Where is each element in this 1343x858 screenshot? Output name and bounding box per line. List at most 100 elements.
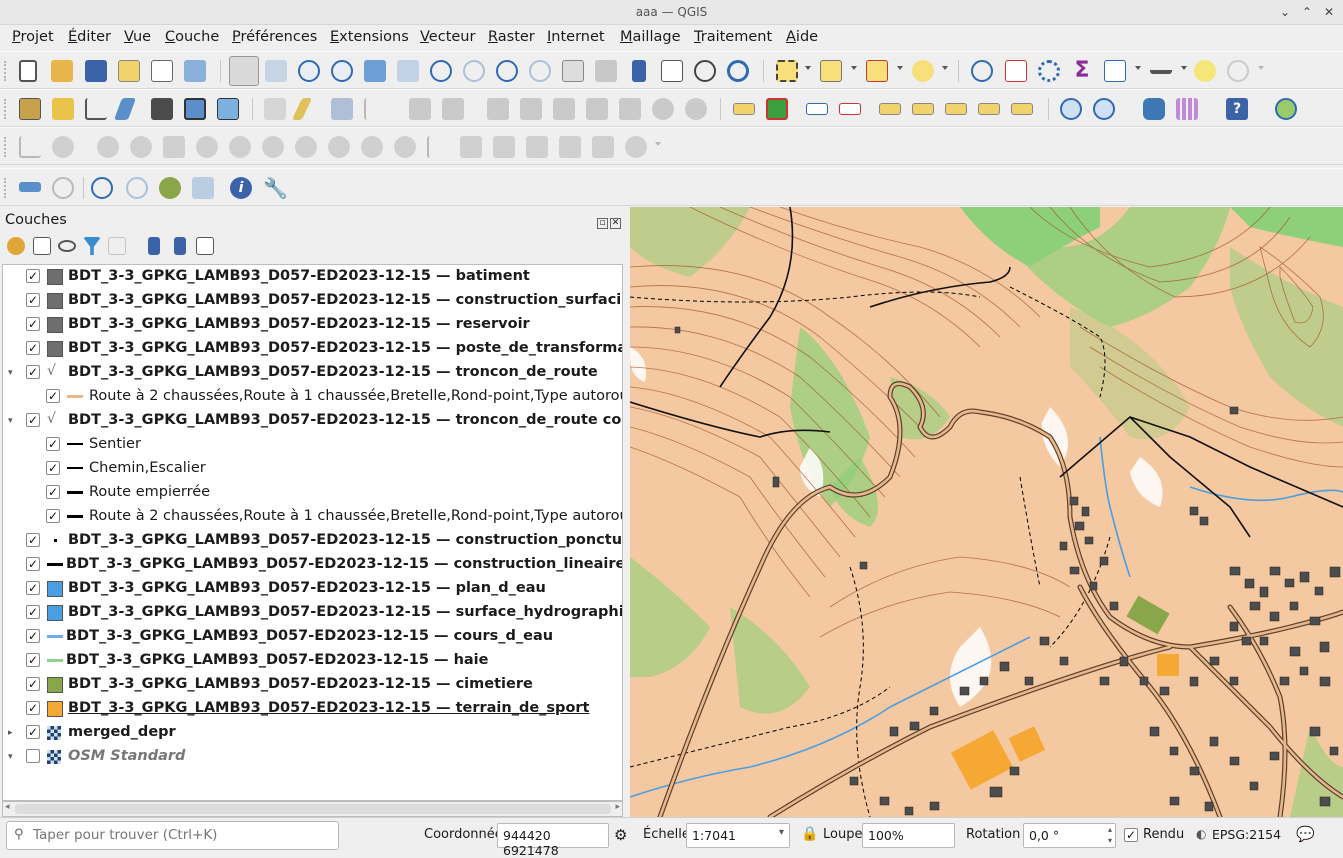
filter-legend-icon[interactable] <box>83 237 101 255</box>
toolbar-handle[interactable] <box>4 99 8 119</box>
toggle-editing-icon[interactable] <box>291 98 313 120</box>
collapse-arrow-icon[interactable]: ▾ <box>8 752 13 762</box>
new-3d-view-icon[interactable] <box>595 60 617 82</box>
menu-vue[interactable]: Vue <box>124 29 151 45</box>
legend-item[interactable]: ✓ Sentier <box>3 433 622 457</box>
modify-attributes-icon[interactable] <box>442 98 464 120</box>
layer-visibility-checkbox[interactable]: ✓ <box>26 605 40 619</box>
offset-curve-icon[interactable] <box>262 136 284 158</box>
collapse-all-icon[interactable] <box>174 237 186 255</box>
new-map-view-icon[interactable] <box>562 60 584 82</box>
attribute-calculator-icon[interactable] <box>1005 60 1027 82</box>
digitize-icon[interactable] <box>113 98 137 120</box>
toolbar-handle[interactable] <box>4 178 8 198</box>
capture-coordinate-icon[interactable] <box>91 177 113 199</box>
select-features-icon[interactable] <box>776 60 798 82</box>
toggle-extents-icon[interactable]: ⚙ <box>614 826 627 844</box>
delete-selected-icon[interactable] <box>487 98 509 120</box>
statistics-sigma-icon[interactable]: Σ <box>1071 60 1093 82</box>
layer-visibility-checkbox[interactable]: ✓ <box>26 677 40 691</box>
zoom-full-icon[interactable] <box>364 60 386 82</box>
add-raster-icon[interactable] <box>184 98 206 120</box>
toolbar-handle[interactable] <box>4 61 8 81</box>
manage-visibility-icon[interactable] <box>58 240 76 252</box>
menu-raster[interactable]: Raster <box>488 29 535 45</box>
identify-icon[interactable] <box>971 60 993 82</box>
collapse-arrow-icon[interactable]: ▾ <box>8 416 13 426</box>
undo-icon[interactable] <box>652 98 674 120</box>
menu-preferences[interactable]: Préférences <box>232 29 317 45</box>
layer-row[interactable]: ▸ ✓ merged_depr <box>3 721 622 745</box>
map-canvas[interactable] <box>630 207 1343 817</box>
reshape-icon[interactable] <box>229 136 251 158</box>
legend-item[interactable]: ✓ Chemin,Escalier <box>3 457 622 481</box>
rotate-point-icon[interactable] <box>460 136 482 158</box>
reverse-line-icon[interactable] <box>295 136 317 158</box>
delete-icon[interactable] <box>520 98 542 120</box>
annotation-icon[interactable] <box>625 136 647 158</box>
add-part-icon[interactable] <box>97 136 119 158</box>
collapse-arrow-icon[interactable]: ▾ <box>8 368 13 378</box>
layer-row[interactable]: ▾ ✓ √ BDT_3-3_GPKG_LAMB93_D057-ED2023-12-15… <box>3 409 622 433</box>
locator-search[interactable]: ⚲ <box>6 821 339 850</box>
chevron-down-icon[interactable]: ▾ <box>779 827 784 838</box>
magnifier-field[interactable]: 100% <box>862 823 955 848</box>
crosshair-icon[interactable] <box>52 177 74 199</box>
legend-item[interactable]: ✓ Route à 2 chaussées,Route à 1 chaussée,… <box>3 505 622 529</box>
refresh-icon[interactable] <box>727 60 749 82</box>
label-toolbar-icon[interactable] <box>733 103 755 115</box>
layer-visibility-checkbox[interactable]: ✓ <box>46 509 60 523</box>
current-edits-icon[interactable] <box>264 98 286 120</box>
layer-visibility-checkbox[interactable]: ✓ <box>46 437 60 451</box>
layer-row[interactable]: ✓ BDT_3-3_GPKG_LAMB93_D057-ED2023-12-15 —… <box>3 673 622 697</box>
zoom-last-icon[interactable] <box>496 60 518 82</box>
layer-visibility-checkbox[interactable]: ✓ <box>26 341 40 355</box>
virtual-layer-icon[interactable] <box>151 98 173 120</box>
delete-ring-icon[interactable] <box>163 136 185 158</box>
legend-item[interactable]: ✓ Route empierrée <box>3 481 622 505</box>
maximize-icon[interactable]: ⌃ <box>1298 3 1316 21</box>
scale-feature-icon[interactable] <box>559 136 581 158</box>
label-rotate-icon[interactable] <box>978 103 1000 115</box>
menu-traitement[interactable]: Traitement <box>694 29 772 45</box>
cut-icon[interactable] <box>553 98 575 120</box>
layer-row[interactable]: ✓ BDT_3-3_GPKG_LAMB93_D057-ED2023-12-15 —… <box>3 265 622 289</box>
layer-row[interactable]: ✓ BDT_3-3_GPKG_LAMB93_D057-ED2023-12-15 —… <box>3 289 622 313</box>
add-mesh-icon[interactable] <box>217 98 239 120</box>
zoom-to-selection-icon[interactable] <box>397 60 419 82</box>
menu-vecteur[interactable]: Vecteur <box>420 29 475 45</box>
minimize-icon[interactable]: ⌄ <box>1276 3 1294 21</box>
label-highlight-icon[interactable] <box>806 103 828 115</box>
label-change-icon[interactable] <box>1011 103 1033 115</box>
processing-toolbox-icon[interactable] <box>1038 60 1060 82</box>
python-console-icon[interactable] <box>1143 98 1165 120</box>
zoom-in-icon[interactable] <box>298 60 320 82</box>
cad-icon[interactable] <box>19 136 41 158</box>
open-project-icon[interactable] <box>51 60 73 82</box>
layer-visibility-checkbox[interactable]: ✓ <box>26 653 40 667</box>
wrench-icon[interactable]: 🔧 <box>263 177 288 199</box>
georeferencer-icon[interactable] <box>1275 98 1297 120</box>
add-ring-icon[interactable] <box>52 136 74 158</box>
layer-visibility-checkbox[interactable]: ✓ <box>46 389 60 403</box>
label-rule-icon[interactable] <box>839 103 861 115</box>
attribute-table-icon[interactable] <box>1104 60 1126 82</box>
zoom-next-icon[interactable] <box>529 60 551 82</box>
select-by-value-icon[interactable] <box>820 60 842 82</box>
help-icon[interactable]: ? <box>1226 98 1248 120</box>
spinner-icon[interactable]: ▴ ▾ <box>1108 824 1112 846</box>
plugins-grid-icon[interactable] <box>1176 98 1198 120</box>
rotation-field[interactable]: 0,0 ° ▴ ▾ <box>1023 823 1116 848</box>
layer-visibility-checkbox[interactable]: ✓ <box>46 461 60 475</box>
save-edits-icon[interactable] <box>331 98 353 120</box>
data-source-manager-icon[interactable] <box>19 98 41 120</box>
crs-icon[interactable]: ◐ <box>1196 827 1206 841</box>
shape-digitize-icon[interactable] <box>159 177 181 199</box>
layer-row[interactable]: ✓ BDT_3-3_GPKG_LAMB93_D057-ED2023-12-15 —… <box>3 649 622 673</box>
merge-features-icon[interactable] <box>394 136 416 158</box>
layer-row[interactable]: ✓ BDT_3-3_GPKG_LAMB93_D057-ED2023-12-15 —… <box>3 337 622 361</box>
info-icon[interactable]: i <box>230 177 252 199</box>
add-line-icon[interactable] <box>364 98 386 120</box>
layer-row[interactable]: ▾ OSM Standard <box>3 745 622 769</box>
metasearch-results-icon[interactable] <box>1093 98 1115 120</box>
